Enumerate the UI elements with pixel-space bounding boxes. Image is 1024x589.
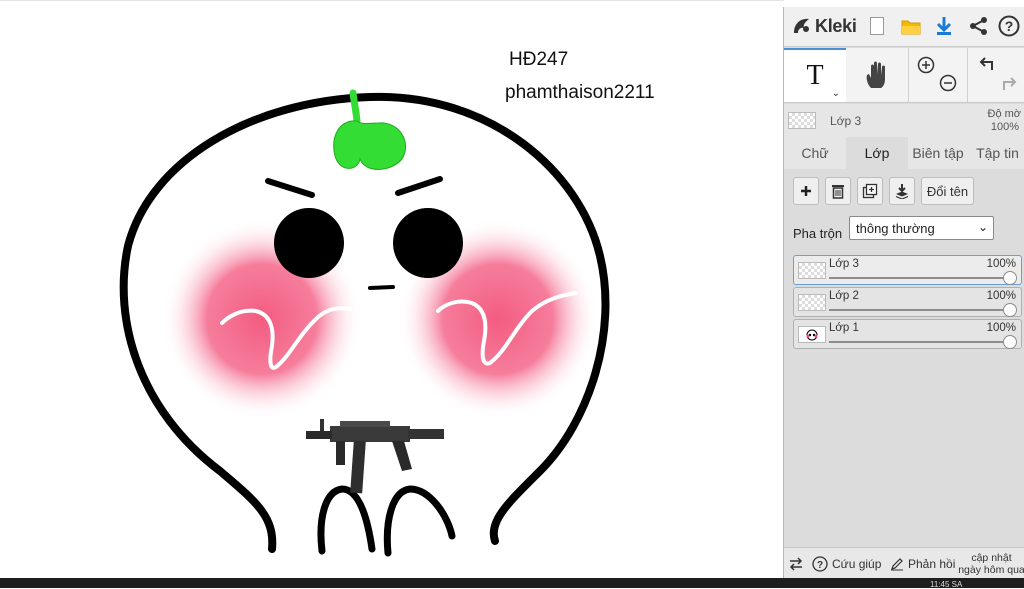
- layers-panel: Đổi tên Pha trộn thông thường ⌄ Lớp 3 10…: [784, 169, 1024, 547]
- duplicate-layer-button[interactable]: [857, 177, 883, 205]
- tab-file[interactable]: Tập tin: [970, 137, 1024, 169]
- undo-redo-controls: [967, 48, 1024, 102]
- delete-layer-button[interactable]: [825, 177, 851, 205]
- merge-down-button[interactable]: [889, 177, 915, 205]
- canvas-drawing: [119, 89, 610, 557]
- gun-picture: [306, 419, 444, 494]
- layer-opacity-slider[interactable]: [829, 309, 1013, 311]
- text-tool-button[interactable]: T ⌄: [784, 48, 846, 102]
- plus-icon: [801, 186, 811, 196]
- hand-icon: [866, 61, 885, 88]
- kleki-logo-icon: [794, 18, 809, 33]
- update-info[interactable]: cập nhật ngày hôm qua: [958, 548, 1024, 579]
- tab-edit[interactable]: Biên tập: [908, 137, 968, 169]
- tab-text[interactable]: Chữ: [784, 137, 846, 169]
- trash-icon: [832, 185, 844, 199]
- app-name: Kleki: [815, 15, 857, 36]
- svg-text:?: ?: [817, 560, 823, 571]
- feedback-label: Phản hồi: [908, 556, 956, 571]
- share-icon[interactable]: [966, 13, 992, 39]
- left-eyebrow: [265, 178, 315, 198]
- layer-opacity-knob[interactable]: [1003, 335, 1017, 349]
- layer-opacity-slider[interactable]: [829, 277, 1013, 279]
- redo-icon[interactable]: [1000, 74, 1018, 92]
- help-label: Cứu giúp: [832, 556, 882, 571]
- blend-mode-value: thông thường: [856, 221, 935, 236]
- swap-icon: [789, 556, 803, 571]
- layer-name: Lớp 1: [829, 322, 859, 334]
- layer-opacity: 100%: [986, 258, 1016, 270]
- zoom-out-icon[interactable]: [939, 74, 957, 92]
- rename-layer-button[interactable]: Đổi tên: [921, 177, 974, 205]
- right-eye: [393, 208, 463, 278]
- current-layer-name: Lớp 3: [830, 114, 862, 128]
- opacity-value: 100%: [990, 121, 1019, 133]
- help-icon[interactable]: ?: [996, 13, 1022, 39]
- layer-opacity: 100%: [986, 290, 1016, 302]
- canvas-text-line2: phamthaison2211: [505, 82, 655, 103]
- help-circle-icon: ?: [812, 555, 828, 572]
- opacity-label: Độ mờ: [987, 108, 1022, 120]
- download-icon[interactable]: [931, 13, 957, 39]
- zoom-in-icon[interactable]: [917, 56, 935, 74]
- layer-opacity-slider[interactable]: [829, 341, 1013, 343]
- mouth: [368, 285, 395, 290]
- chevron-down-icon: ⌄: [977, 220, 988, 234]
- text-tool-icon: T: [806, 60, 824, 91]
- zoom-controls: [908, 48, 966, 102]
- svg-text:?: ?: [1005, 18, 1014, 34]
- duplicate-icon: [862, 183, 878, 199]
- add-layer-button[interactable]: [793, 177, 819, 205]
- layer-opacity-knob[interactable]: [1003, 303, 1017, 317]
- layer-opacity: 100%: [986, 322, 1016, 334]
- tab-layers[interactable]: Lớp: [846, 137, 908, 169]
- layer-opacity-knob[interactable]: [1003, 271, 1017, 285]
- left-eye: [274, 208, 344, 278]
- layer-thumbnail: [798, 262, 826, 279]
- layer-row-1[interactable]: Lớp 1 100%: [793, 319, 1022, 349]
- new-image-icon[interactable]: [864, 13, 890, 39]
- kleki-logo[interactable]: Kleki: [791, 13, 857, 39]
- right-eyebrow: [395, 176, 443, 196]
- layer-name: Lớp 3: [829, 258, 859, 270]
- layer-row-2[interactable]: Lớp 2 100%: [793, 287, 1022, 317]
- feedback-button[interactable]: Phản hồi: [890, 548, 955, 579]
- blend-mode-select[interactable]: thông thường ⌄: [849, 216, 994, 240]
- pencil-icon: [891, 557, 903, 570]
- merge-down-icon: [895, 184, 909, 199]
- blend-mode-label: Pha trộn: [793, 226, 843, 241]
- panel-tabs: Chữ Lớp Biên tập Tập tin: [784, 137, 1024, 169]
- update-line2: ngày hôm qua: [958, 563, 1024, 576]
- swap-side-button[interactable]: [788, 548, 804, 579]
- sprout-stem: [349, 89, 361, 125]
- update-line1: cập nhật: [971, 551, 1012, 564]
- canvas-text-line1: HĐ247: [509, 49, 569, 70]
- chevron-down-icon[interactable]: ⌄: [832, 88, 840, 99]
- drawing-canvas[interactable]: HĐ247 phamthaison2211: [0, 0, 784, 578]
- left-leg: [317, 485, 376, 555]
- tool-row: T ⌄: [784, 48, 1024, 103]
- os-taskbar: 11:45 SA: [0, 578, 1024, 589]
- layer-thumbnail: [798, 326, 826, 343]
- layer-thumbnail: [798, 294, 826, 311]
- top-bar: Kleki ?: [784, 7, 1024, 47]
- sprout-leaves: [333, 120, 407, 170]
- current-layer-thumbnail: [788, 112, 816, 129]
- bottom-bar: ? Cứu giúp Phản hồi cập nhật ngày hôm qu…: [784, 547, 1024, 578]
- hand-tool-button[interactable]: [846, 48, 908, 102]
- side-panel: Kleki ? T ⌄ Lớp 3 Độ mờ 100% Chữ Lớp Biê…: [783, 7, 1024, 578]
- current-layer-info: Lớp 3 Độ mờ 100%: [784, 104, 1024, 137]
- open-folder-icon[interactable]: [898, 13, 924, 39]
- layer-name: Lớp 2: [829, 290, 859, 302]
- help-button[interactable]: ? Cứu giúp: [812, 548, 881, 579]
- undo-icon[interactable]: [978, 56, 996, 74]
- right-leg: [383, 485, 456, 557]
- layer-row-3[interactable]: Lớp 3 100%: [793, 255, 1022, 285]
